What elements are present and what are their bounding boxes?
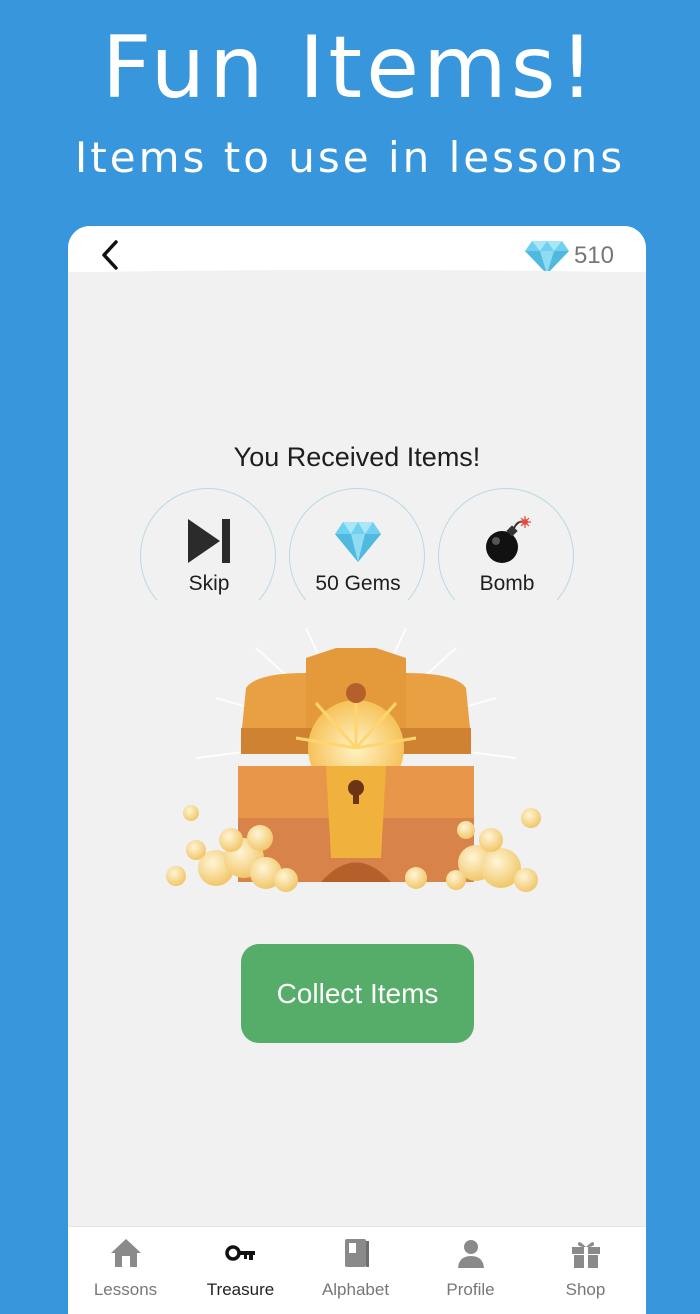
gift-icon [572,1242,600,1268]
nav-item-profile[interactable]: Profile [413,1227,528,1314]
reward-item-bomb: Bomb [438,488,576,600]
home-icon [111,1239,141,1267]
nav-item-alphabet[interactable]: Alphabet [298,1227,413,1314]
received-items-title: You Received Items! [233,442,481,472]
nav-label: Treasure [206,1280,275,1299]
nav-item-treasure[interactable]: Treasure [183,1227,298,1314]
reward-item-gems: 50 Gems [289,488,427,600]
diamond-icon [524,241,569,274]
treasure-chest-icon [166,627,541,892]
item-label: Skip [188,572,230,595]
diamond-icon [335,522,381,562]
collect-items-button[interactable]: Collect Items [241,944,474,1043]
nav-label: Alphabet [321,1280,390,1299]
book-icon [345,1239,369,1267]
nav-label: Profile [446,1280,495,1299]
reward-items: Skip 50 Gems Bomb [140,488,580,600]
item-label: Bomb [479,572,535,595]
key-icon [225,1245,255,1261]
reward-item-skip: Skip [140,488,278,600]
top-bar: 510 [68,226,646,274]
person-icon [458,1240,484,1268]
promo-subtitle: Items to use in lessons [74,133,626,182]
nav-label: Shop [565,1280,606,1299]
promo-title: Fun Items! [101,18,599,118]
item-label: 50 Gems [315,572,401,595]
bomb-icon [486,516,531,563]
nav-label: Lessons [93,1280,158,1299]
phone-screen: 510 You Received Items! Skip 50 Gems Bom… [68,226,646,1314]
nav-item-shop[interactable]: Shop [528,1227,643,1314]
nav-item-lessons[interactable]: Lessons [68,1227,183,1314]
back-chevron-icon[interactable] [96,238,126,272]
skip-icon [188,519,230,563]
gem-count: 510 [573,242,614,269]
gem-counter[interactable]: 510 [524,236,614,276]
bottom-nav: Lessons Treasure Alphabet Profile Shop [68,1226,646,1314]
